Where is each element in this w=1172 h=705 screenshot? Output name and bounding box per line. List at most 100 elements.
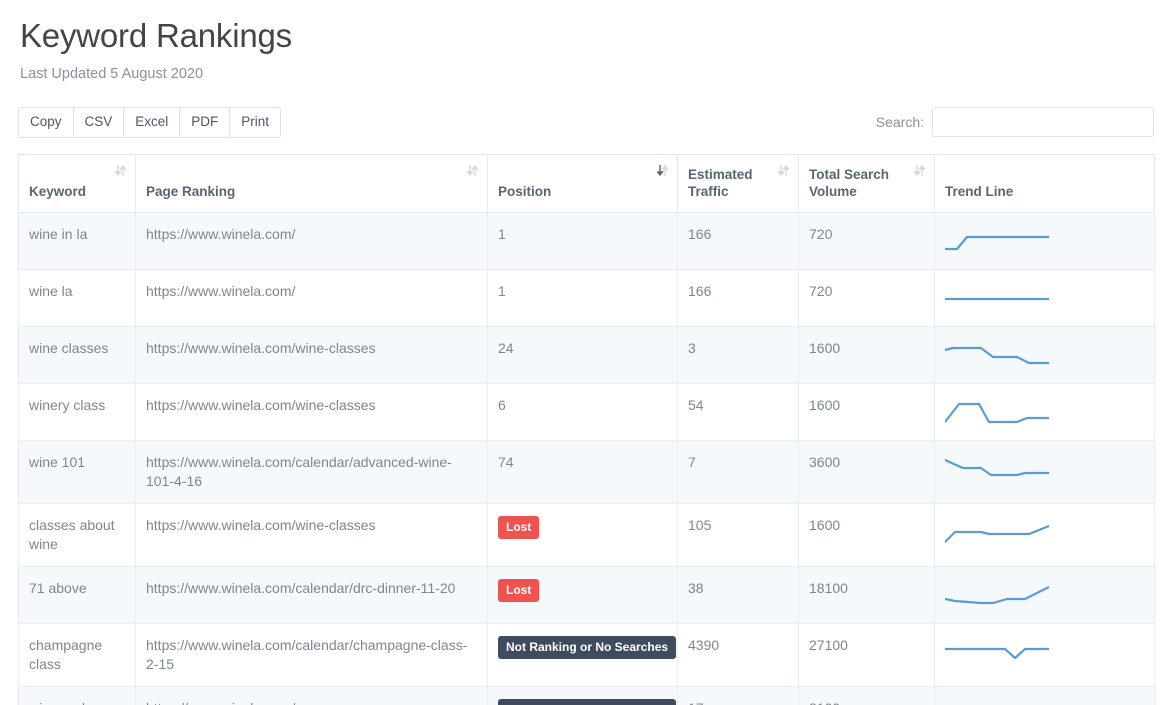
- csv-button[interactable]: CSV: [73, 107, 124, 138]
- cell-total-search-volume: 8100: [799, 687, 935, 705]
- cell-trend-line: [935, 213, 1155, 270]
- copy-button[interactable]: Copy: [18, 107, 73, 138]
- cell-keyword: 71 above: [19, 567, 136, 624]
- cell-estimated-traffic: 17: [678, 687, 799, 705]
- pdf-button[interactable]: PDF: [179, 107, 229, 138]
- cell-trend-line: [935, 504, 1155, 567]
- search-input[interactable]: [932, 107, 1154, 137]
- table-row: wine lahttps://www.winela.com/1166720: [19, 270, 1155, 327]
- cell-total-search-volume: 1600: [799, 327, 935, 384]
- table-row: winery classhttps://www.winela.com/wine-…: [19, 384, 1155, 441]
- table-header-row: Keyword Page Ranking Position Estimated …: [19, 155, 1155, 213]
- column-header-page-ranking[interactable]: Page Ranking: [136, 155, 488, 213]
- column-header-page-ranking-label: Page Ranking: [146, 184, 235, 199]
- cell-page-ranking: https://www.winela.com/wine-classes: [136, 327, 488, 384]
- cell-trend-line: [935, 687, 1155, 705]
- cell-keyword: wine in la: [19, 213, 136, 270]
- column-header-position[interactable]: Position: [488, 155, 678, 213]
- table-row: wine classeshttps://www.winela.com/wine-…: [19, 327, 1155, 384]
- trend-line-sparkline: [945, 284, 1049, 314]
- table-body: wine in lahttps://www.winela.com/1166720…: [19, 213, 1155, 705]
- cell-estimated-traffic: 3: [678, 327, 799, 384]
- cell-estimated-traffic: 4390: [678, 624, 799, 687]
- page-title: Keyword Rankings: [20, 14, 1154, 58]
- cell-total-search-volume: 18100: [799, 567, 935, 624]
- sort-icon[interactable]: [914, 164, 925, 177]
- cell-trend-line: [935, 270, 1155, 327]
- trend-line-sparkline: [945, 455, 1049, 485]
- cell-page-ranking: https://www.winela.com/wine-classes: [136, 384, 488, 441]
- status-badge-not-ranking: Not Ranking or No Searches: [498, 699, 676, 705]
- cell-position: Lost: [488, 567, 678, 624]
- table-row: wine in lahttps://www.winela.com/1166720: [19, 213, 1155, 270]
- status-badge-lost: Lost: [498, 579, 539, 602]
- column-header-estimated-traffic-label: Estimated Traffic: [688, 167, 753, 199]
- table-toolbar: Copy CSV Excel PDF Print Search:: [18, 106, 1154, 138]
- table-row: champagne classhttps://www.winela.com/ca…: [19, 624, 1155, 687]
- cell-position: 1: [488, 213, 678, 270]
- cell-total-search-volume: 3600: [799, 441, 935, 504]
- sort-icon[interactable]: [467, 164, 478, 177]
- cell-page-ranking: https://www.winela.com/calendar/advanced…: [136, 441, 488, 504]
- table-row: classes about winehttps://www.winela.com…: [19, 504, 1155, 567]
- cell-keyword: winery class: [19, 384, 136, 441]
- cell-estimated-traffic: 105: [678, 504, 799, 567]
- cell-keyword: wine 101: [19, 441, 136, 504]
- page-container: Keyword Rankings Last Updated 5 August 2…: [0, 0, 1172, 705]
- trend-line-sparkline: [945, 701, 1049, 705]
- cell-keyword: wine la: [19, 270, 136, 327]
- search-label: Search:: [876, 114, 924, 130]
- cell-estimated-traffic: 166: [678, 270, 799, 327]
- column-header-position-label: Position: [498, 184, 551, 199]
- cell-total-search-volume: 1600: [799, 504, 935, 567]
- cell-position: 1: [488, 270, 678, 327]
- cell-keyword: classes about wine: [19, 504, 136, 567]
- cell-trend-line: [935, 624, 1155, 687]
- cell-total-search-volume: 27100: [799, 624, 935, 687]
- sort-descending-icon[interactable]: [657, 164, 668, 177]
- column-header-keyword[interactable]: Keyword: [19, 155, 136, 213]
- trend-line-sparkline: [945, 581, 1049, 611]
- trend-line-sparkline: [945, 341, 1049, 371]
- cell-keyword: champagne class: [19, 624, 136, 687]
- sort-icon[interactable]: [778, 164, 789, 177]
- excel-button[interactable]: Excel: [123, 107, 179, 138]
- cell-page-ranking: https://www.winela.com/: [136, 213, 488, 270]
- cell-position: 6: [488, 384, 678, 441]
- cell-total-search-volume: 720: [799, 213, 935, 270]
- table-header: Keyword Page Ranking Position Estimated …: [19, 155, 1155, 213]
- cell-keyword: wine and cheese: [19, 687, 136, 705]
- trend-line-sparkline: [945, 227, 1049, 257]
- trend-line-sparkline: [945, 518, 1049, 548]
- export-button-group: Copy CSV Excel PDF Print: [18, 107, 281, 138]
- column-header-estimated-traffic[interactable]: Estimated Traffic: [678, 155, 799, 213]
- column-header-keyword-label: Keyword: [29, 184, 86, 199]
- cell-trend-line: [935, 567, 1155, 624]
- table-row: wine 101https://www.winela.com/calendar/…: [19, 441, 1155, 504]
- cell-page-ranking: https://www.winela.com/wine-classes: [136, 504, 488, 567]
- table-row: wine and cheesehttps://www.winela.com/wc…: [19, 687, 1155, 705]
- cell-trend-line: [935, 384, 1155, 441]
- status-badge-not-ranking: Not Ranking or No Searches: [498, 636, 676, 659]
- cell-position: Lost: [488, 504, 678, 567]
- cell-position: 24: [488, 327, 678, 384]
- cell-position: Not Ranking or No Searches: [488, 624, 678, 687]
- cell-trend-line: [935, 327, 1155, 384]
- cell-position: Not Ranking or No Searches: [488, 687, 678, 705]
- cell-total-search-volume: 720: [799, 270, 935, 327]
- cell-estimated-traffic: 166: [678, 213, 799, 270]
- last-updated-text: Last Updated 5 August 2020: [20, 64, 1154, 84]
- trend-line-sparkline: [945, 638, 1049, 668]
- trend-line-sparkline: [945, 398, 1049, 428]
- search-area: Search:: [876, 107, 1154, 137]
- cell-trend-line: [935, 441, 1155, 504]
- keyword-rankings-table: Keyword Page Ranking Position Estimated …: [18, 154, 1155, 705]
- print-button[interactable]: Print: [229, 107, 281, 138]
- cell-page-ranking: https://www.winela.com/: [136, 270, 488, 327]
- cell-page-ranking: https://www.winela.com/calendar/champagn…: [136, 624, 488, 687]
- cell-estimated-traffic: 38: [678, 567, 799, 624]
- status-badge-lost: Lost: [498, 516, 539, 539]
- column-header-total-search-volume[interactable]: Total Search Volume: [799, 155, 935, 213]
- cell-page-ranking: https://www.winela.com/wcc: [136, 687, 488, 705]
- sort-icon[interactable]: [115, 164, 126, 177]
